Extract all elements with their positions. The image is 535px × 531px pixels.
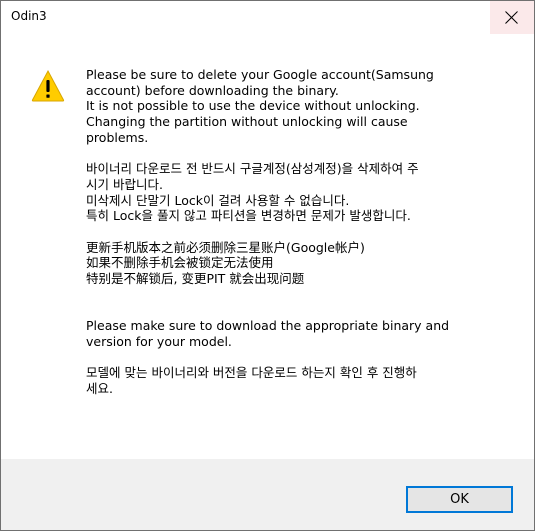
warning-icon (31, 69, 65, 102)
message-line: Please make sure to download the appropr… (86, 318, 450, 334)
message-line: 特别是不解锁后, 变更PIT 就会出现问题 (86, 270, 305, 286)
message-line: Changing the partition without unlocking… (86, 114, 408, 130)
message-line: 바이너리 다운로드 전 반드시 구글계정(삼성계정)을 삭제하여 주 (86, 161, 419, 177)
message-line: Please be sure to delete your Google acc… (86, 67, 434, 82)
message-line: 如果不删除手机会被锁定无法使用 (86, 255, 274, 271)
message-line: 특히 Lock을 풀지 않고 파티션을 변경하면 문제가 발생합니다. (86, 208, 411, 224)
ok-button[interactable]: OK (406, 486, 513, 513)
message-line: 미삭제시 단말기 Lock이 걸려 사용할 수 없습니다. (86, 192, 350, 208)
message-line: 모델에 맞는 바이너리와 버전을 다운로드 하는지 확인 후 진행하 (86, 365, 417, 381)
message-line: account) before downloading the binary. (86, 82, 339, 98)
message-line: It is not possible to use the device wit… (86, 98, 420, 114)
close-button[interactable] (490, 1, 534, 34)
dialog-footer: OK (1, 459, 534, 530)
dialog-content: Please be sure to delete your Google acc… (1, 34, 534, 459)
close-icon (505, 11, 518, 24)
message-line: 세요. (86, 380, 113, 396)
message-line: 시기 바랍니다. (86, 176, 163, 192)
dialog-message: Please be sure to delete your Google acc… (86, 67, 506, 396)
message-line: problems. (86, 129, 149, 145)
dialog-window: Odin3 Please be sure to delete your Goog… (0, 0, 535, 531)
message-line: 更新手机版本之前必须删除三星账户(Google帐户) (86, 239, 365, 255)
window-title: Odin3 (11, 9, 47, 23)
title-bar[interactable]: Odin3 (1, 1, 534, 34)
message-line: version for your model. (86, 333, 232, 349)
